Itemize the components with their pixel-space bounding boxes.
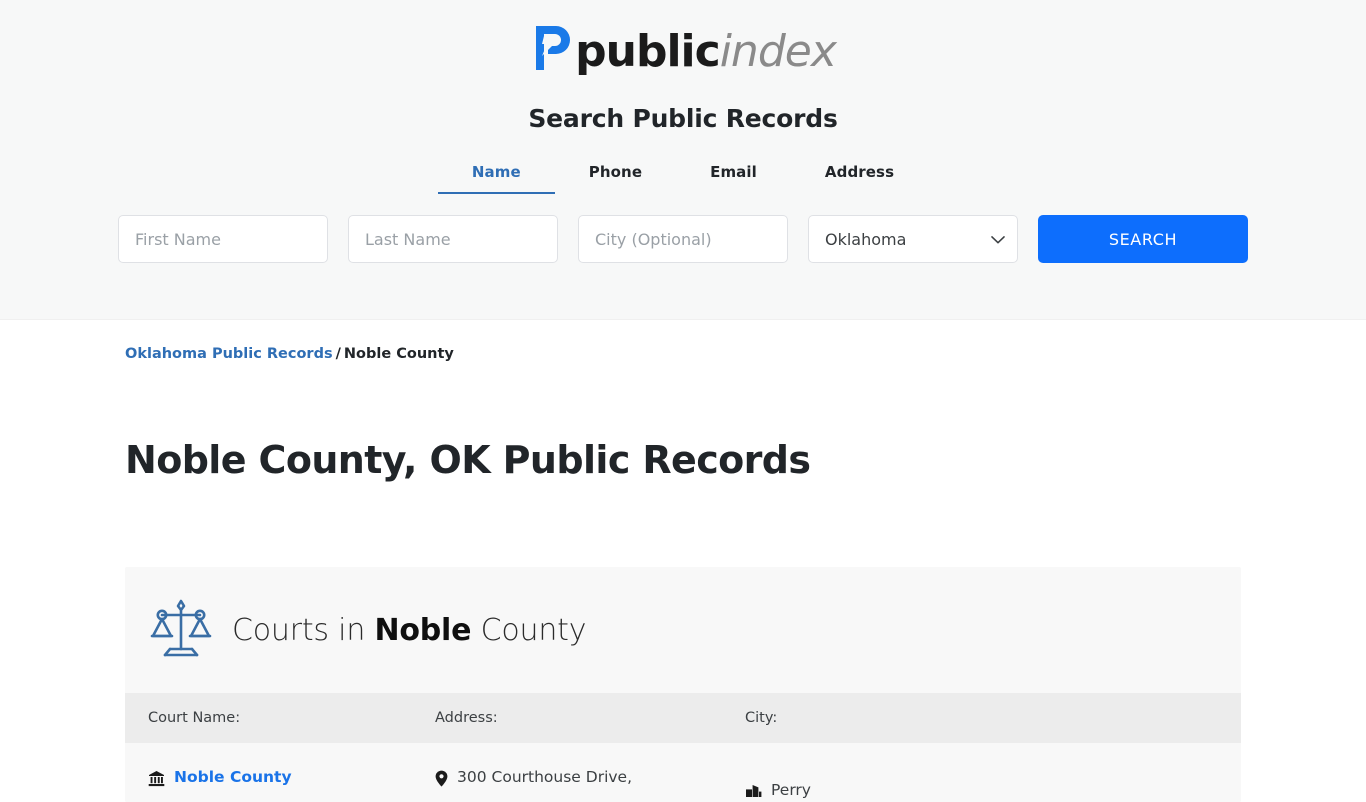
column-header-city: City: [745,710,778,726]
column-header-address: Address: [435,710,498,726]
tab-phone[interactable]: Phone [555,157,676,194]
breadcrumb-current: Noble County [343,346,454,362]
site-logo[interactable]: public index [0,0,1366,73]
breadcrumb-link-oklahoma[interactable]: Oklahoma Public Records [125,346,333,362]
map-pin-icon [435,770,448,791]
search-button[interactable]: SEARCH [1038,215,1248,263]
cell-court-name: Noble County [125,768,435,802]
search-type-tabs: Name Phone Email Address [0,157,1366,194]
courts-title-county: Noble [374,612,472,648]
court-name-link[interactable]: Noble County [174,768,292,786]
courts-card-title: Courts in Noble County [232,613,586,648]
page-content: Oklahoma Public Records / Noble County Nob… [125,346,1241,802]
publicindex-p-logo-icon [530,22,574,82]
search-heading: Search Public Records [528,104,838,133]
search-form: Oklahoma SEARCH [0,215,1366,263]
courts-table-header: Court Name: Address: City: [125,693,1241,743]
breadcrumb-separator: / [335,346,341,362]
tab-email[interactable]: Email [676,157,791,194]
state-select-wrapper: Oklahoma [808,215,1018,263]
courts-card: Courts in Noble County Court Name: Addre… [125,567,1241,802]
breadcrumb: Oklahoma Public Records / Noble County [125,346,1241,362]
first-name-input[interactable] [118,215,328,263]
table-row: Noble County 300 Courthouse Drive, Perry [125,743,1241,802]
column-header-court-name: Court Name: [148,710,241,726]
courts-title-prefix: Courts in [232,612,375,648]
courts-card-header: Courts in Noble County [125,567,1241,693]
logo-text-index: index [719,25,837,77]
city-text: Perry [771,781,811,799]
courthouse-icon [148,770,165,791]
cell-city: Perry [745,768,1045,802]
page-title: Noble County, OK Public Records [125,438,811,482]
search-header-band: public index Search Public Records Name … [0,0,1366,320]
courts-title-suffix: County [471,612,587,648]
address-text: 300 Courthouse Drive, [457,768,633,786]
tab-address[interactable]: Address [791,157,928,194]
scales-of-justice-icon [148,595,214,665]
last-name-input[interactable] [348,215,558,263]
city-input[interactable] [578,215,788,263]
state-select[interactable]: Oklahoma [808,215,1018,263]
tab-name[interactable]: Name [437,157,555,194]
logo-text-public: public [575,25,721,77]
cell-address: 300 Courthouse Drive, [435,768,745,802]
city-building-icon [745,783,762,802]
